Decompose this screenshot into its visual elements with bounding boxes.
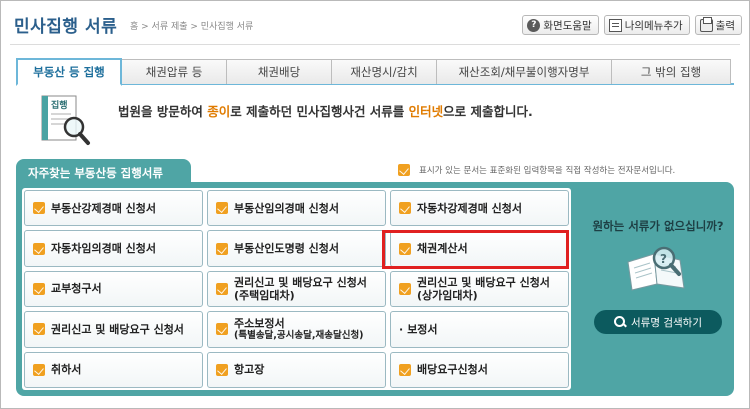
doc-delivery-request[interactable]: 교부청구서	[24, 270, 203, 308]
doc-sublabel: (특별송달,공시송달,재송달신청)	[234, 330, 364, 342]
doc-label: 권리신고 및 배당요구 신청서	[51, 322, 184, 336]
edoc-icon	[399, 282, 411, 295]
intro-highlight-internet: 인터넷	[408, 104, 444, 119]
doc-label: 자동차임의경매 신청서	[51, 242, 157, 255]
doc-sublabel: (주택임대차)	[234, 288, 295, 302]
open-book-search-icon: ?	[627, 246, 685, 291]
doc-rights-report-commercial[interactable]: 권리신고 및 배당요구 신청서 (상가임대차)	[390, 270, 569, 308]
doc-withdrawal[interactable]: 취하서	[24, 351, 203, 388]
intro-text-part: 법원을 방문하여	[118, 104, 208, 119]
edoc-icon	[399, 363, 411, 376]
edoc-icon	[398, 164, 410, 176]
doc-claim-statement[interactable]: 채권계산서	[390, 230, 569, 267]
edoc-icon	[399, 202, 411, 215]
tab-real-estate-execution[interactable]: 부동산 등 집행	[16, 58, 122, 86]
svg-text:?: ?	[660, 252, 667, 266]
doc-real-estate-voluntary-auction[interactable]: 부동산임의경매 신청서	[207, 190, 386, 227]
breadcrumb: 홈 > 서류 제출 > 민사집행 서류	[130, 22, 254, 32]
edoc-icon	[33, 242, 45, 255]
tab-claim-distribution[interactable]: 채권배당	[226, 59, 332, 84]
intro-highlight-paper: 종이	[207, 104, 231, 119]
help-button[interactable]: ? 화면도움말	[522, 15, 599, 35]
doc-label: 주소보정서	[234, 317, 285, 331]
doc-label: 교부청구서	[51, 282, 102, 296]
document-search-button-label: 서류명 검색하기	[631, 316, 702, 329]
page-title: 민사집행 서류	[14, 17, 118, 37]
help-icon: ?	[527, 18, 541, 32]
edoc-icon	[216, 202, 228, 215]
tab-property-inquiry[interactable]: 재산조회/채무불이행자명부	[436, 59, 612, 84]
edoc-icon	[33, 323, 45, 336]
doc-label: 보정서	[407, 322, 438, 336]
doc-rights-report-housing[interactable]: 권리신고 및 배당요구 신청서 (주택임대차)	[207, 270, 386, 308]
edoc-note-text: 표시가 있는 문서는 표준화된 입력항목을 직접 작성하는 전자문서입니다.	[419, 166, 676, 176]
edoc-note: 표시가 있는 문서는 표준화된 입력항목을 직접 작성하는 전자문서입니다.	[398, 164, 675, 176]
edoc-icon	[33, 363, 45, 376]
doc-label: 부동산임의경매 신청서	[234, 201, 340, 215]
doc-label: 권리신고 및 배당요구 신청서	[234, 275, 367, 289]
doc-real-estate-compulsory-auction[interactable]: 부동산강제경매 신청서	[24, 190, 203, 227]
tab-bar: 부동산 등 집행 채권압류 등 채권배당 재산명시/감치 재산조회/채무불이행자…	[16, 58, 734, 86]
printer-icon	[699, 16, 713, 32]
header-divider	[10, 44, 740, 45]
doc-vehicle-voluntary-auction[interactable]: 자동차임의경매 신청서	[24, 230, 203, 267]
tab-claim-seizure[interactable]: 채권압류 등	[121, 59, 227, 84]
doc-label: 항고장	[234, 363, 265, 377]
print-button-label: 출력	[715, 19, 735, 32]
menu-list-icon	[608, 18, 622, 32]
doc-label: 배당요구신청서	[417, 363, 488, 377]
print-button[interactable]: 출력	[694, 15, 742, 35]
intro-text: 법원을 방문하여 종이로 제출하던 민사집행사건 서류를 인터넷으로 제출합니다…	[118, 101, 533, 120]
edoc-icon	[399, 242, 411, 255]
intro-text-part: 로 제출하던 민사집행사건 서류를	[230, 104, 409, 119]
edoc-icon	[216, 282, 228, 295]
edoc-icon	[216, 363, 228, 376]
tab-other-execution[interactable]: 그 밖의 집행	[611, 59, 731, 84]
document-magnifier-icon: 집행	[41, 95, 90, 145]
doc-vehicle-compulsory-auction[interactable]: 자동차강제경매 신청서	[390, 190, 569, 227]
tab-property-disclosure[interactable]: 재산명시/감치	[331, 59, 437, 84]
doc-label: 부동산인도명령 신청서	[234, 242, 340, 255]
doc-distribution-request[interactable]: 배당요구신청서	[390, 351, 569, 388]
edoc-icon	[216, 242, 228, 255]
doc-label: 취하서	[51, 363, 82, 377]
doc-rights-report[interactable]: 권리신고 및 배당요구 신청서	[24, 311, 203, 348]
doc-label: 자동차강제경매 신청서	[417, 201, 523, 215]
bullet-dot-icon: ·	[399, 322, 404, 336]
doc-sublabel: (상가임대차)	[417, 288, 478, 302]
doc-real-estate-delivery-order[interactable]: 부동산인도명령 신청서	[207, 230, 386, 267]
help-button-label: 화면도움말	[543, 19, 592, 32]
doc-appeal[interactable]: 항고장	[207, 351, 386, 388]
doc-label: 채권계산서	[417, 242, 468, 255]
add-my-menu-label: 나의메뉴추가	[624, 19, 683, 32]
search-icon	[614, 316, 626, 328]
doc-correction[interactable]: · 보정서	[390, 311, 569, 348]
add-my-menu-button[interactable]: 나의메뉴추가	[603, 15, 690, 35]
top-button-group: ? 화면도움말 나의메뉴추가 출력	[522, 15, 742, 35]
edoc-icon	[33, 202, 45, 215]
edoc-icon	[216, 323, 228, 336]
intro-text-part: 으로 제출합니다.	[443, 104, 533, 119]
not-found-question: 원하는 서류가 없으십니까?	[592, 219, 724, 233]
doc-label: 부동산강제경매 신청서	[51, 201, 157, 215]
document-search-button[interactable]: 서류명 검색하기	[594, 310, 722, 334]
document-icon-label: 집행	[51, 99, 68, 111]
edoc-icon	[33, 282, 45, 295]
document-grid: 부동산강제경매 신청서 부동산임의경매 신청서 자동차강제경매 신청서 자동차임…	[22, 188, 571, 390]
doc-address-correction[interactable]: 주소보정서 (특별송달,공시송달,재송달신청)	[207, 311, 386, 348]
doc-label: 권리신고 및 배당요구 신청서	[417, 275, 550, 289]
